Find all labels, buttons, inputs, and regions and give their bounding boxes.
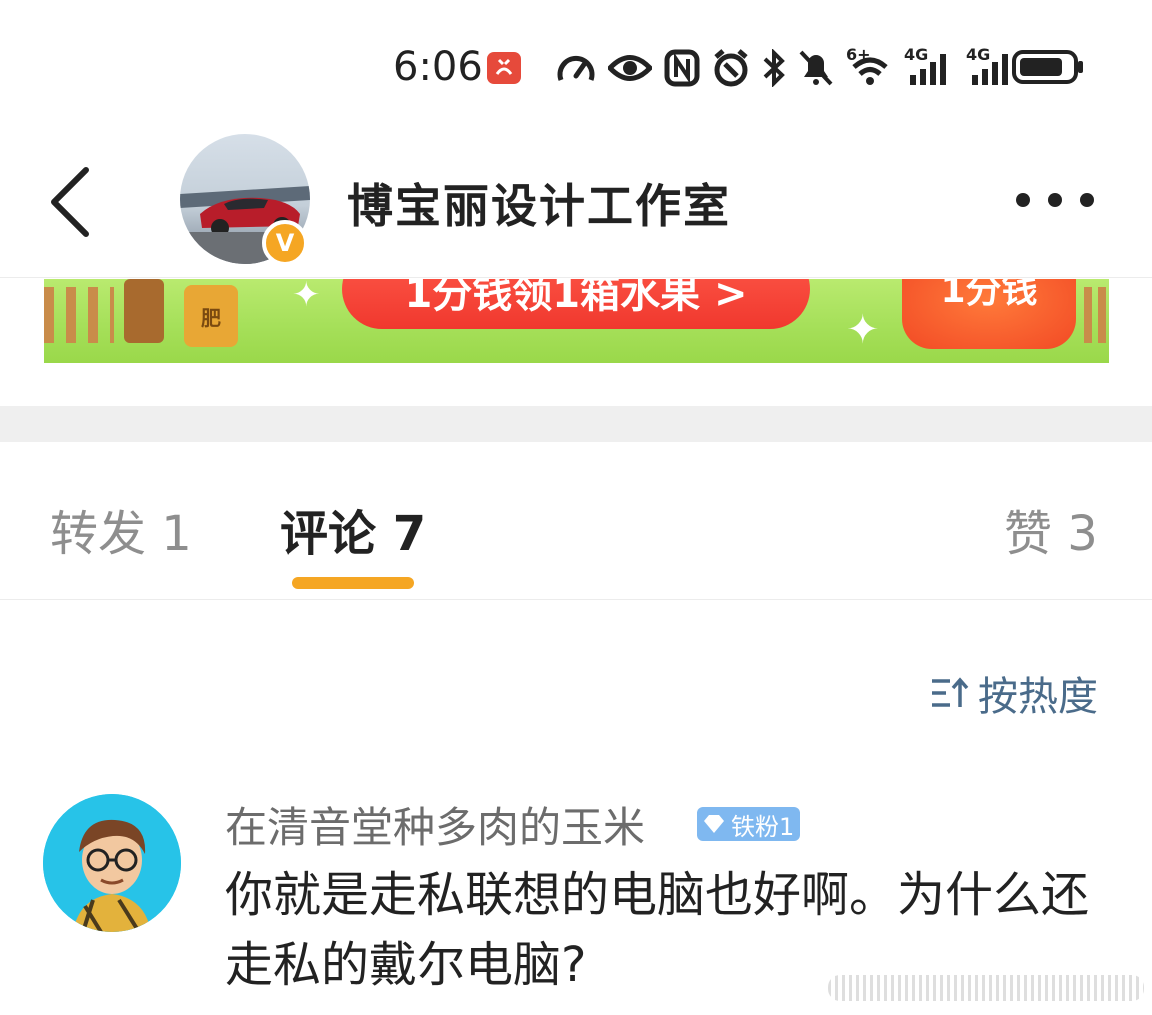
- signal-4g-1-icon: 4G: [904, 45, 954, 87]
- more-dot-icon: [1016, 193, 1030, 207]
- promo-main-button[interactable]: 1分钱领1箱水果 >: [342, 279, 810, 329]
- page-title: 博宝丽设计工作室: [347, 179, 731, 233]
- watermark: [828, 975, 1144, 1001]
- notification-app-icon: [487, 52, 521, 84]
- tab-likes[interactable]: 赞 3: [1004, 494, 1098, 564]
- header: V 博宝丽设计工作室: [0, 130, 1152, 278]
- diamond-icon: [704, 815, 724, 833]
- fence-illustration: [1084, 287, 1109, 343]
- section-divider: [0, 406, 1152, 442]
- signal-4g-2-icon: 4G: [966, 45, 1016, 87]
- status-icons: 6+ 4G 4G: [556, 45, 1016, 90]
- commenter-avatar[interactable]: [43, 794, 181, 932]
- more-dot-icon: [1080, 193, 1094, 207]
- promo-banner[interactable]: 肥 ✦ 1分钱领1箱水果 > ✦ 1分钱: [44, 279, 1109, 363]
- interaction-tabs: 转发 1 评论 7 赞 3: [0, 442, 1152, 600]
- promo-right-button[interactable]: 1分钱: [902, 279, 1076, 349]
- alarm-icon: [714, 49, 748, 87]
- network-label-2: 4G: [966, 45, 991, 64]
- wifi-icon: 6+: [846, 45, 892, 87]
- nfc-icon: [664, 49, 700, 87]
- bluetooth-icon: [763, 49, 785, 87]
- fan-badge-label: 铁粉1: [731, 812, 795, 841]
- status-bar: 6:06 6+ 4G 4G: [0, 0, 1152, 130]
- sort-by-heat-button[interactable]: 按热度: [930, 668, 1098, 720]
- tree-stump-illustration: [124, 279, 164, 343]
- mute-bell-icon: [799, 50, 833, 86]
- wifi-label: 6+: [846, 45, 871, 64]
- tab-comments[interactable]: 评论 7: [280, 494, 426, 564]
- active-tab-indicator: [292, 577, 414, 589]
- sparkle-icon: ✦: [292, 279, 321, 315]
- more-dot-icon: [1048, 193, 1062, 207]
- fan-level-badge: 铁粉1: [697, 807, 801, 841]
- sort-icon: [932, 677, 969, 707]
- battery-icon: [1012, 50, 1083, 84]
- verified-badge: V: [262, 220, 308, 266]
- more-options-button[interactable]: [1010, 180, 1100, 220]
- account-avatar[interactable]: V: [180, 134, 310, 266]
- sparkle-icon: ✦: [846, 307, 880, 353]
- back-button[interactable]: [42, 162, 102, 242]
- sort-label: 按热度: [978, 674, 1098, 720]
- comment-username[interactable]: 在清音堂种多肉的玉米: [225, 794, 645, 855]
- eye-icon: [608, 55, 652, 81]
- clock: 6:06: [393, 44, 483, 90]
- tab-reposts[interactable]: 转发 1: [50, 494, 192, 564]
- fence-illustration: [44, 287, 114, 343]
- fertilizer-bag-icon: 肥: [184, 285, 238, 347]
- network-label-1: 4G: [904, 45, 929, 64]
- speedometer-icon: [557, 56, 595, 81]
